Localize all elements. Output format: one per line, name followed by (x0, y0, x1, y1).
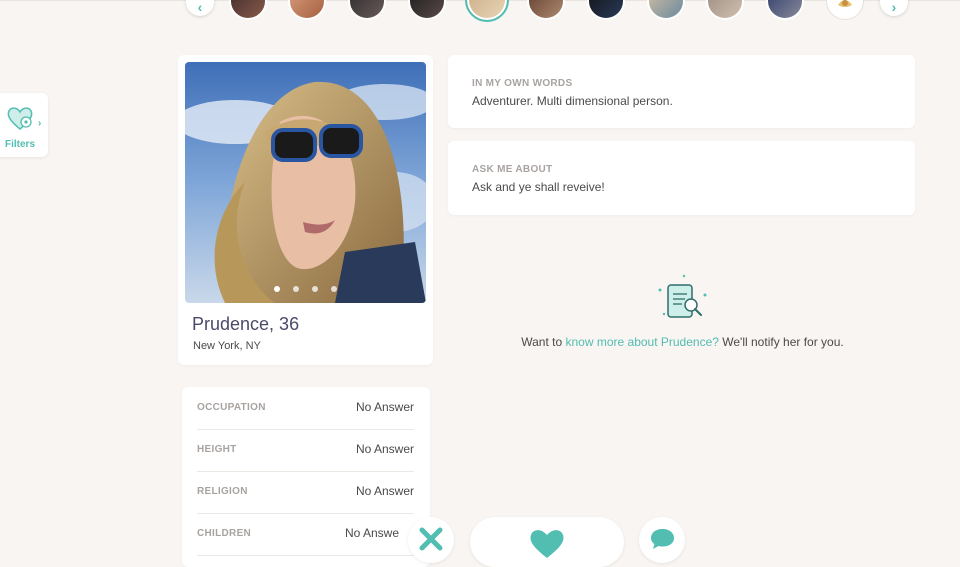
heart-icon (530, 530, 564, 558)
detail-row-children: CHILDREN No Answe (197, 513, 414, 556)
pass-button[interactable] (408, 517, 454, 563)
carousel-thumb[interactable] (647, 0, 685, 20)
brand-logo-icon (838, 0, 852, 7)
carousel-thumb[interactable] (587, 0, 625, 20)
detail-value: No Answe (344, 526, 399, 540)
profile-carousel: ‹ › (0, 0, 960, 22)
detail-key: HEIGHT (197, 444, 237, 455)
profile-photo-image (185, 62, 426, 303)
chevron-right-icon: › (38, 118, 42, 129)
carousel-thumb-active[interactable] (465, 0, 509, 22)
detail-key: CHILDREN (197, 528, 252, 539)
notify-suffix: We'll notify her for you. (718, 335, 844, 349)
carousel-next-button[interactable]: › (880, 0, 908, 16)
section-body: Adventurer. Multi dimensional person. (472, 94, 673, 108)
pagination-dot[interactable] (293, 286, 299, 292)
detail-row-religion: RELIGION No Answer (197, 471, 414, 514)
detail-value: No Answer (355, 484, 414, 498)
know-more-link[interactable]: know more about Prudence? (566, 335, 719, 349)
chat-bubble-icon (651, 529, 674, 549)
carousel-thumb[interactable] (348, 0, 386, 20)
chevron-left-icon: ‹ (197, 0, 203, 15)
ask-me-card: ASK ME ABOUT Ask and ye shall reveive! (448, 141, 915, 215)
carousel-thumb[interactable] (229, 0, 267, 20)
details-card: OCCUPATION No Answer HEIGHT No Answer RE… (182, 387, 430, 567)
profile-name-age: Prudence, 36 (192, 314, 300, 334)
detail-value: No Answer (355, 442, 414, 456)
carousel-prev-button[interactable]: ‹ (186, 0, 214, 16)
photo-pagination (185, 286, 426, 292)
chevron-right-icon: › (891, 0, 897, 15)
notify-prefix: Want to (521, 335, 566, 349)
pagination-dot[interactable] (331, 286, 337, 292)
heart-filter-icon (7, 107, 33, 130)
carousel-thumb[interactable] (826, 0, 864, 20)
own-words-card: IN MY OWN WORDS Adventurer. Multi dimens… (448, 55, 915, 128)
detail-key: OCCUPATION (197, 402, 266, 413)
document-search-icon (658, 274, 707, 318)
detail-value: No Answer (355, 400, 414, 414)
filters-button[interactable]: › Filters (0, 93, 48, 157)
filters-label: Filters (5, 139, 36, 150)
pagination-dot[interactable] (274, 286, 280, 292)
close-icon (419, 527, 443, 551)
carousel-thumb[interactable] (288, 0, 326, 20)
carousel-thumb[interactable] (408, 0, 446, 20)
section-body: Ask and ye shall reveive! (472, 180, 605, 194)
profile-card: Prudence, 36 New York, NY (178, 55, 433, 365)
pagination-dot[interactable] (312, 286, 318, 292)
profile-photo[interactable] (185, 62, 426, 303)
section-title: IN MY OWN WORDS (472, 78, 573, 89)
like-button[interactable] (470, 517, 624, 567)
section-title: ASK ME ABOUT (472, 164, 553, 175)
carousel-thumb[interactable] (706, 0, 744, 20)
notify-text: Want to know more about Prudence? We'll … (520, 334, 845, 351)
detail-key: RELIGION (197, 486, 248, 497)
carousel-thumb[interactable] (766, 0, 804, 20)
detail-row-occupation: OCCUPATION No Answer (197, 387, 414, 430)
detail-row-height: HEIGHT No Answer (197, 429, 414, 472)
profile-location: New York, NY (193, 340, 261, 352)
carousel-thumb[interactable] (527, 0, 565, 20)
message-button[interactable] (639, 517, 685, 563)
